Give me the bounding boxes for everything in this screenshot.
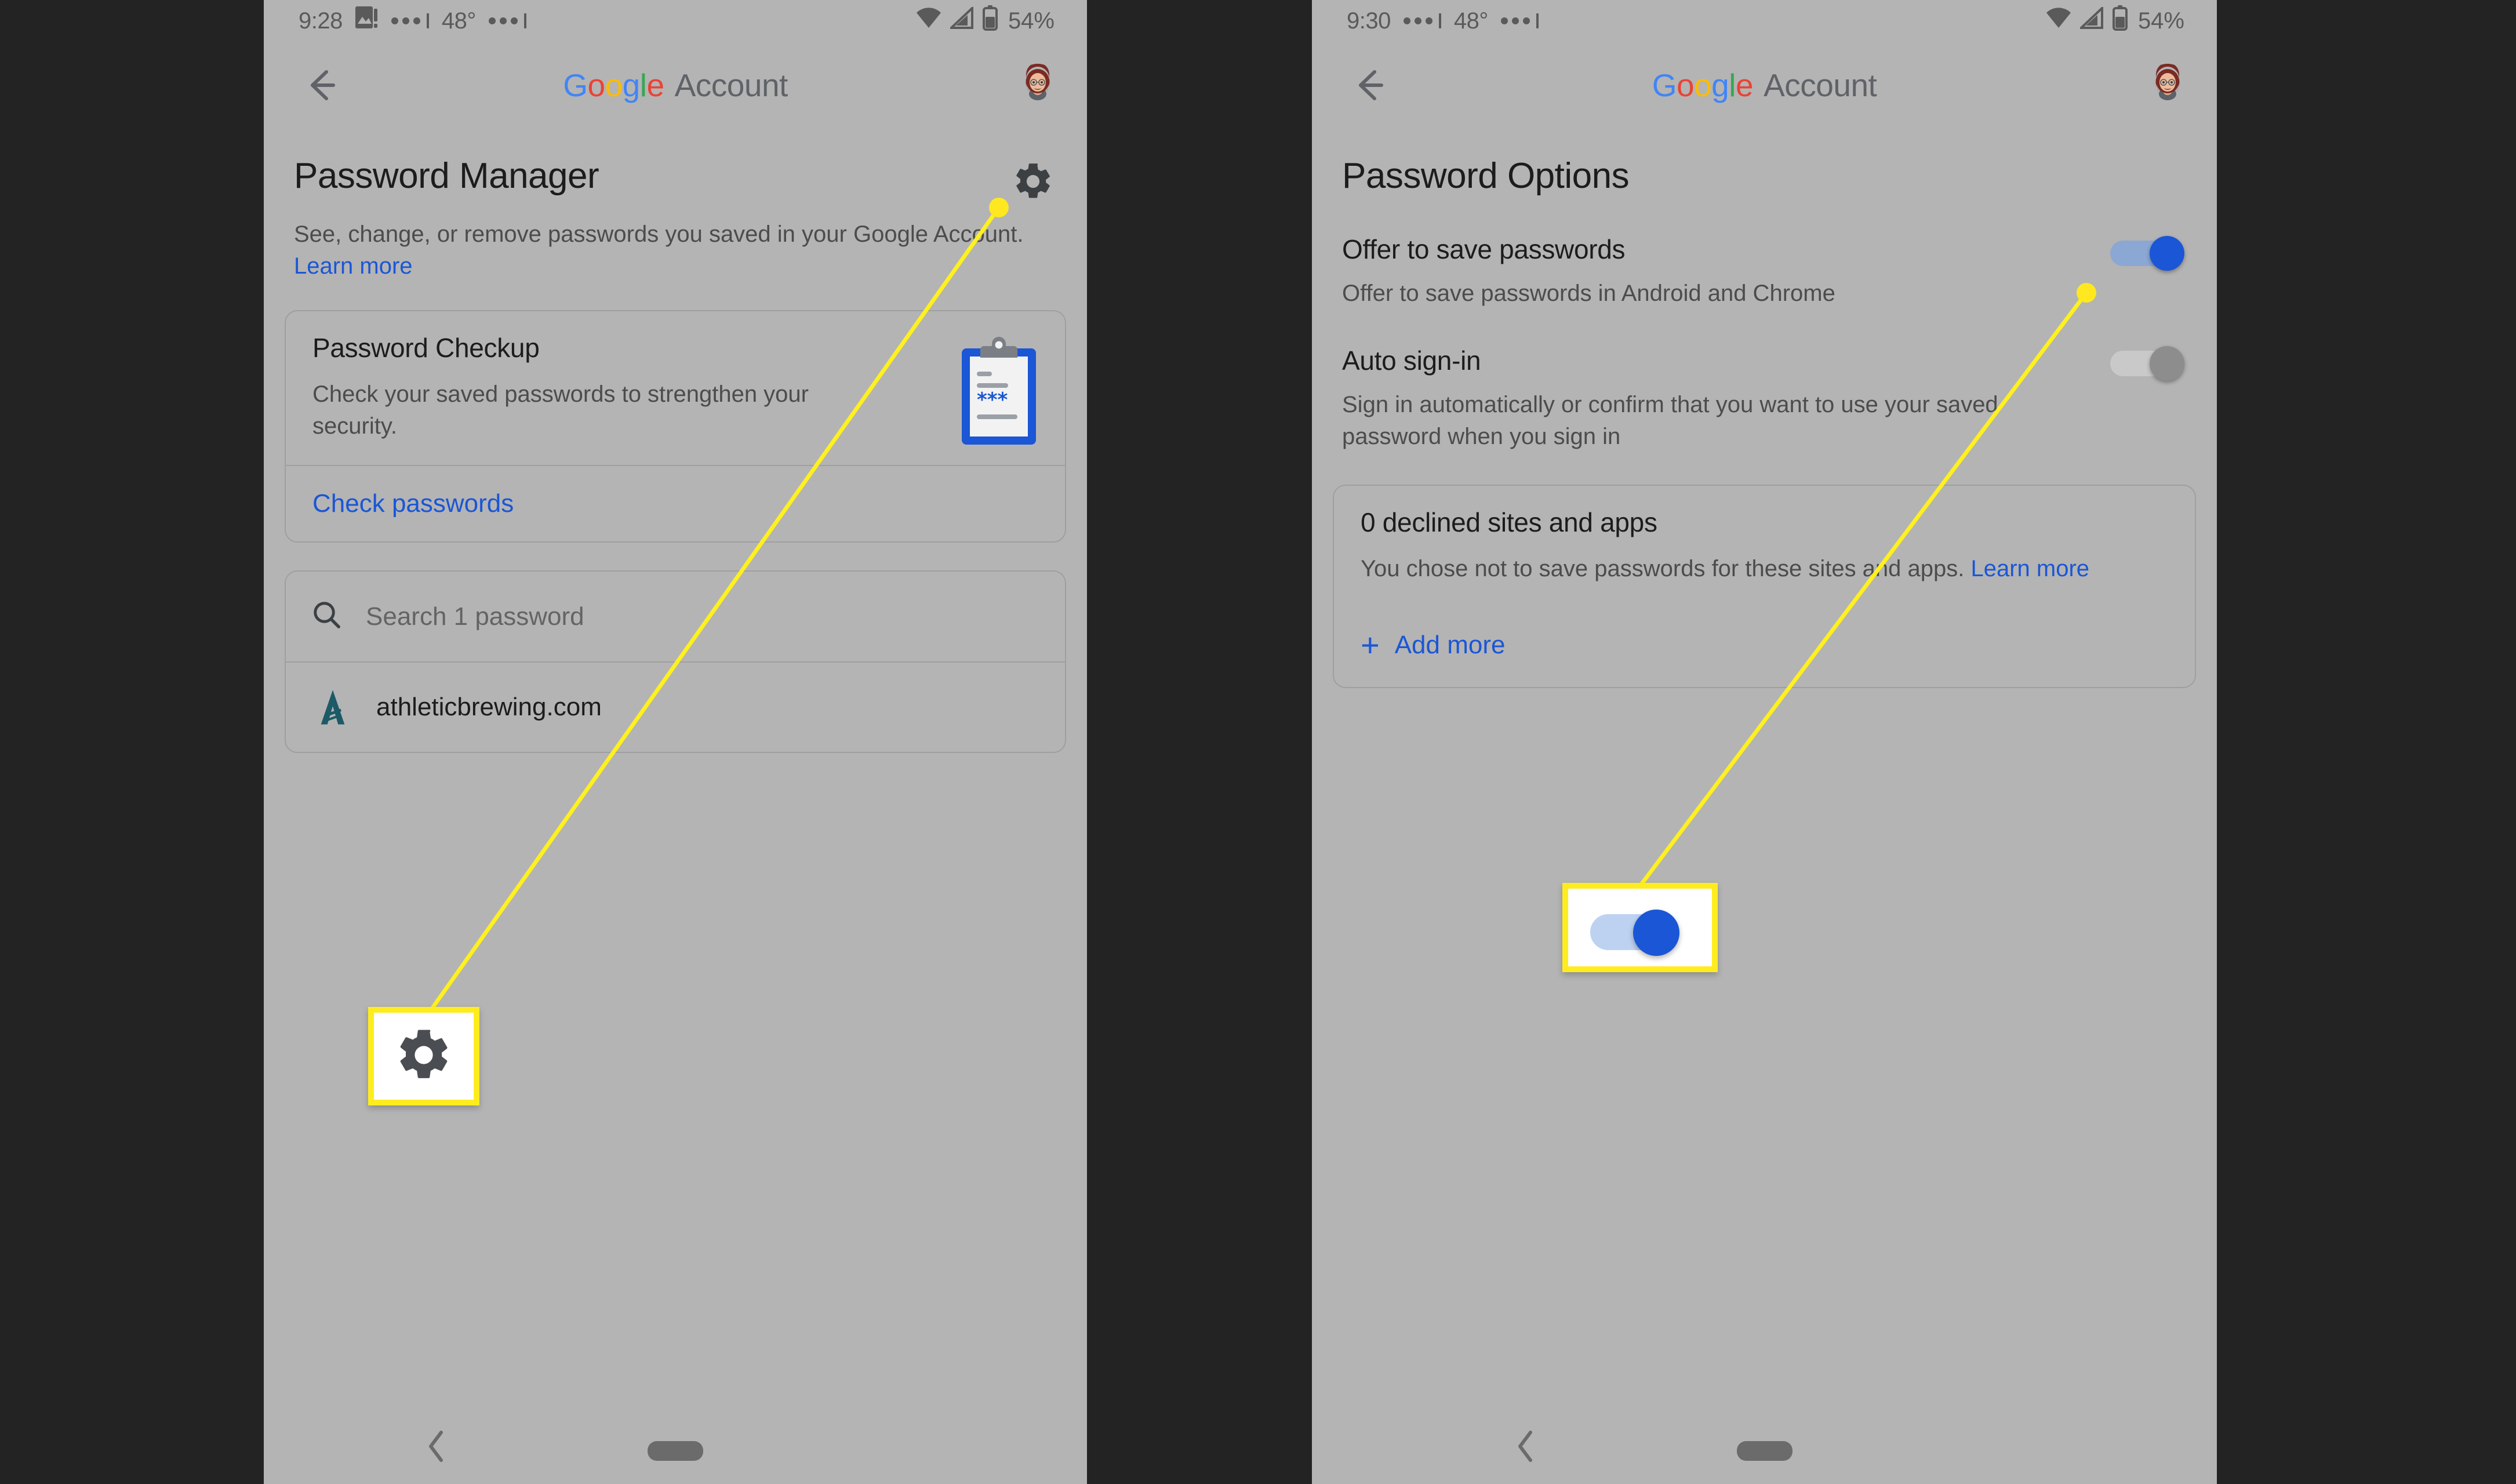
nav-home-pill[interactable]	[1736, 1441, 1793, 1461]
screenshot-stage: 9:28 48° 54% G o o g l e Account Passwor…	[0, 0, 2516, 1484]
action-bar-right: Google Account	[1312, 42, 2217, 129]
content-left: Password Manager See, change, or remove …	[264, 129, 1087, 1484]
signal-icon	[948, 5, 975, 35]
photo-warning-icon	[355, 5, 379, 37]
checkup-title: Password Checkup	[312, 333, 540, 363]
toggle-on-icon[interactable]	[1568, 889, 1712, 966]
nav-bar-right	[1312, 1409, 2217, 1484]
search-placeholder: Search 1 password	[366, 602, 584, 631]
battery-icon	[982, 5, 998, 37]
dots-icon	[1403, 13, 1441, 28]
add-more-label: Add more	[1394, 630, 1506, 659]
nav-bar-left	[264, 1409, 1087, 1484]
search-input[interactable]: Search 1 password	[286, 572, 1065, 661]
phone-screen-left: 9:28 48° 54% G o o g l e Account Passwor…	[264, 0, 1087, 1484]
page-title: Password Options	[1342, 156, 1630, 196]
dots-icon	[1500, 13, 1539, 28]
phone-screen-right: 9:30 48° 54% G o o g l e Account Passwor…	[1312, 0, 2217, 1484]
plus-icon: +	[1361, 626, 1380, 663]
toggle-auto-signin[interactable]	[2110, 346, 2184, 381]
status-time: 9:30	[1347, 8, 1391, 34]
subtitle-text: See, change, or remove passwords you sav…	[294, 221, 1024, 247]
athletic-brewing-favicon	[311, 686, 354, 729]
status-temperature: 48°	[1453, 8, 1489, 34]
page-title: Password Manager	[294, 156, 599, 196]
brand-account-word: Account	[1764, 67, 1877, 103]
nav-back-icon[interactable]	[426, 1430, 447, 1463]
back-arrow-icon[interactable]	[300, 64, 343, 107]
wifi-icon	[915, 7, 942, 35]
toggle-knob	[2150, 346, 2184, 381]
password-checkup-card: Password Checkup Check your saved passwo…	[285, 310, 1066, 543]
declined-description: You chose not to save passwords for thes…	[1361, 553, 2168, 584]
callout-gear	[368, 1007, 479, 1105]
gear-icon[interactable]	[1012, 160, 1055, 203]
status-temperature: 48°	[441, 8, 477, 34]
status-bar-left: 9:28 48° 54%	[264, 0, 1087, 42]
dots-icon	[391, 13, 429, 28]
checkup-description: Check your saved passwords to strengthen…	[312, 381, 809, 439]
battery-percent: 54%	[1008, 8, 1055, 34]
dots-icon	[488, 13, 526, 28]
status-time: 9:28	[299, 8, 343, 34]
list-item-label: athleticbrewing.com	[376, 693, 602, 722]
toggle-knob	[1633, 910, 1679, 956]
avatar[interactable]	[1016, 64, 1059, 107]
learn-more-link[interactable]: Learn more	[294, 253, 413, 279]
passwords-list-card: Search 1 password athleticbrewing.com	[285, 570, 1066, 754]
declined-description-text: You chose not to save passwords for thes…	[1361, 556, 1971, 582]
option-title: Offer to save passwords	[1342, 234, 1626, 264]
avatar[interactable]	[2146, 64, 2189, 107]
callout-toggle	[1562, 883, 1718, 972]
list-item[interactable]: athleticbrewing.com	[286, 663, 1065, 752]
action-bar-left: Google Account	[264, 42, 1087, 129]
clipboard-password-icon: ***	[959, 337, 1038, 447]
content-right: Password Options Offer to save passwords…	[1312, 129, 2217, 1484]
battery-icon	[2112, 5, 2128, 37]
option-title: Auto sign-in	[1342, 345, 1481, 376]
declined-title: 0 declined sites and apps	[1361, 507, 1657, 538]
battery-percent: 54%	[2137, 8, 2184, 34]
google-account-title: Google Account	[1652, 67, 1877, 103]
page-subtitle: See, change, or remove passwords you sav…	[264, 197, 1087, 282]
back-arrow-icon[interactable]	[1348, 64, 1391, 107]
toggle-offer-to-save[interactable]	[2110, 236, 2184, 271]
declined-card-body: 0 declined sites and apps You chose not …	[1334, 486, 2195, 608]
search-icon	[311, 599, 343, 634]
nav-back-icon[interactable]	[1515, 1430, 1536, 1463]
wifi-icon	[2045, 7, 2072, 35]
status-bar-right: 9:30 48° 54%	[1312, 0, 2217, 42]
gear-icon[interactable]	[394, 1025, 454, 1088]
option-description: Sign in automatically or confirm that yo…	[1342, 392, 1998, 449]
check-passwords-button[interactable]: Check passwords	[286, 466, 1065, 541]
option-row-offer-to-save[interactable]: Offer to save passwords Offer to save pa…	[1312, 234, 2217, 309]
checkup-card-body: Password Checkup Check your saved passwo…	[286, 311, 1065, 465]
add-more-button[interactable]: + Add more	[1334, 608, 2195, 687]
brand-account-word: Account	[674, 67, 788, 103]
toggle-knob	[2150, 236, 2184, 271]
nav-home-pill[interactable]	[648, 1441, 703, 1461]
declined-sites-card: 0 declined sites and apps You chose not …	[1333, 485, 2196, 688]
google-account-title: Google Account	[563, 67, 788, 103]
learn-more-link[interactable]: Learn more	[1971, 556, 2090, 581]
svg-text:***: ***	[977, 388, 1008, 412]
option-row-auto-signin[interactable]: Auto sign-in Sign in automatically or co…	[1312, 345, 2217, 452]
option-description: Offer to save passwords in Android and C…	[1342, 281, 1835, 306]
signal-icon	[2078, 5, 2104, 35]
